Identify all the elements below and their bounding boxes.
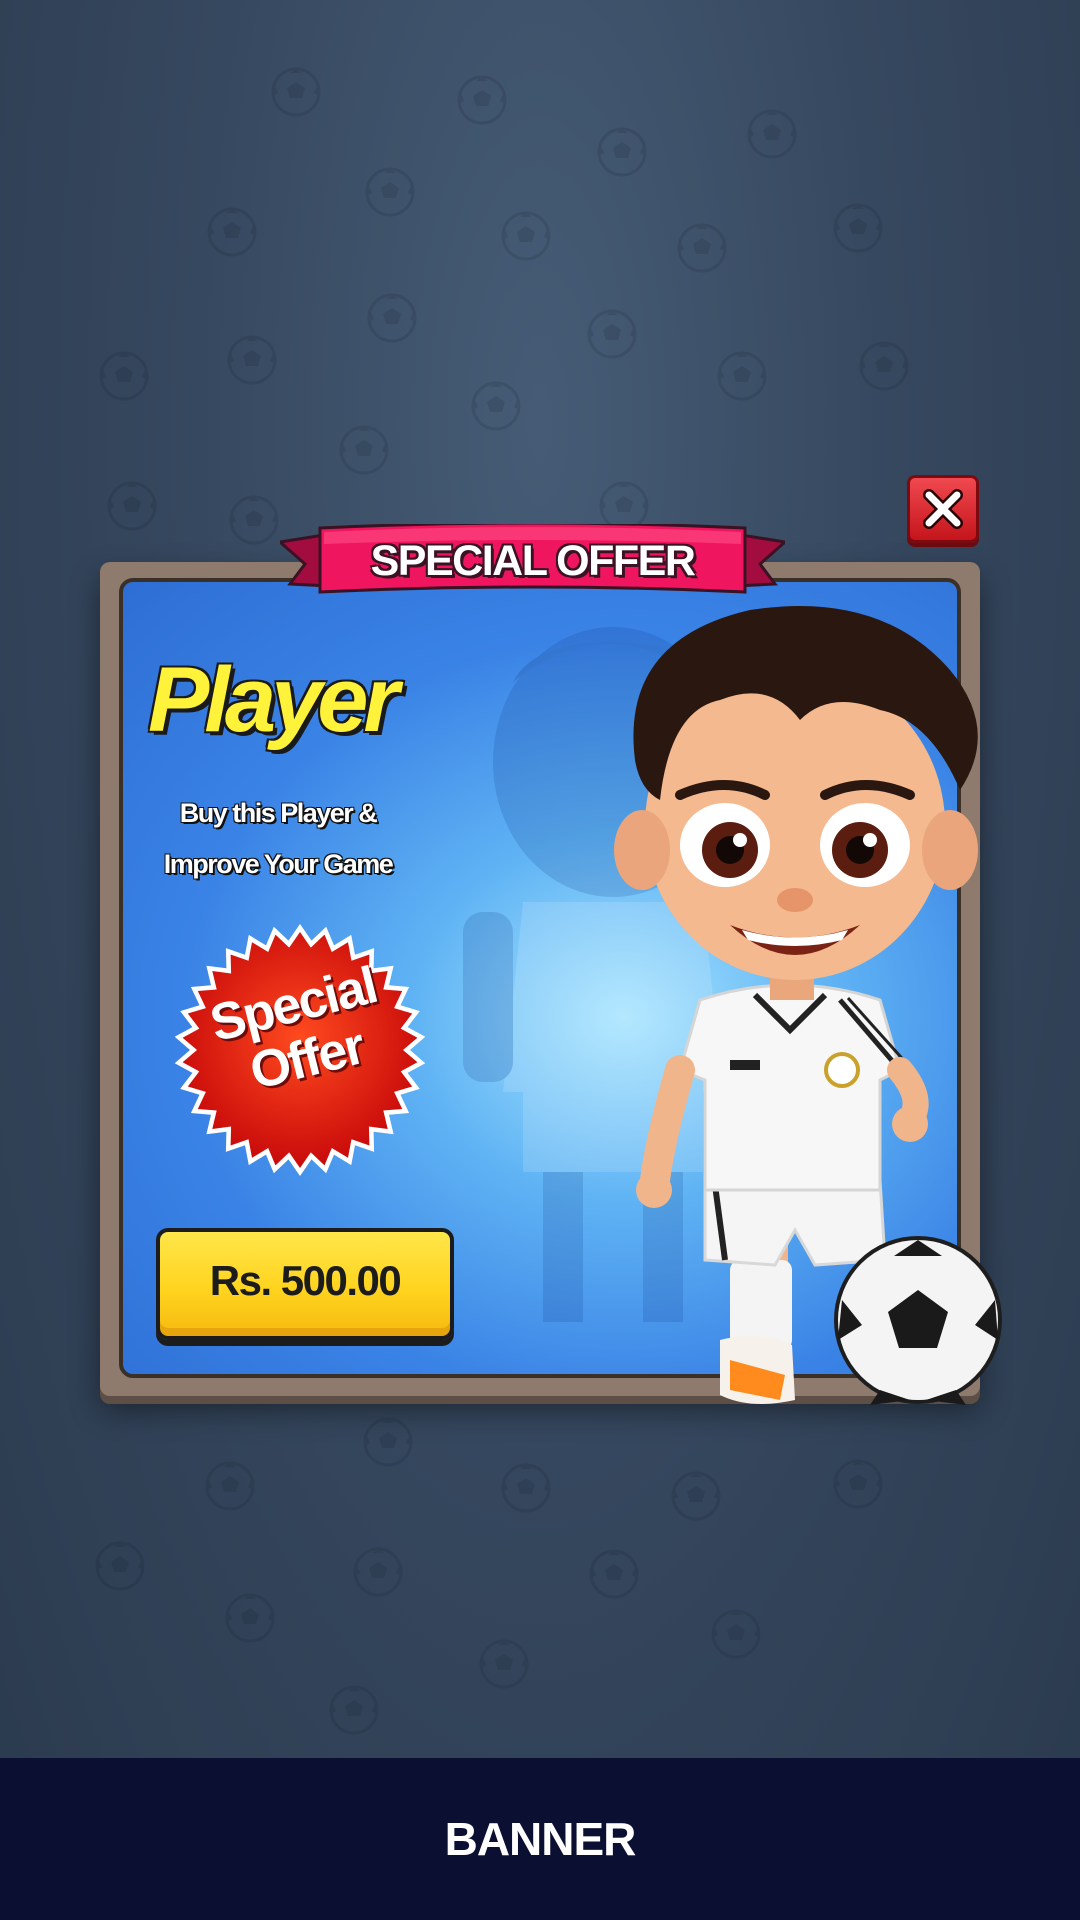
soccer-ball-icon [365,167,415,217]
soccer-ball-icon [501,211,551,261]
soccer-ball-icon [587,309,637,359]
price-label: Rs. 500.00 [209,1257,402,1304]
close-button[interactable] [907,475,979,543]
soccer-ball-icon [833,1459,883,1509]
soccer-ball-icon [353,1547,403,1597]
soccer-ball-icon [271,67,321,117]
dialog-title: SPECIAL OFFER [370,536,696,585]
soccer-ball-icon [95,1541,145,1591]
item-title: Player [148,649,399,751]
soccer-ball-icon [367,293,417,343]
soccer-ball-icon [99,351,149,401]
description-line-2: Improve Your Game [163,849,394,879]
soccer-ball-icon [471,381,521,431]
soccer-ball-icon [107,481,157,531]
soccer-ball-icon [859,341,909,391]
soccer-ball-icon [205,1461,255,1511]
buy-price-button[interactable]: Rs. 500.00 [156,1228,454,1340]
soccer-ball-icon [229,495,279,545]
soccer-ball-icon [363,1417,413,1467]
soccer-ball-icon [677,223,727,273]
footer-banner: BANNER [0,1758,1080,1920]
player-character-illustration [614,606,1002,1405]
soccer-ball-icon [457,75,507,125]
item-description: Buy this Player & Improve Your Game [128,788,428,890]
footer-label: BANNER [444,1813,637,1865]
soccer-ball-icon [589,1549,639,1599]
soccer-ball-icon [227,335,277,385]
soccer-ball-icon [717,351,767,401]
soccer-ball-icon [329,1685,379,1735]
soccer-ball-icon [833,203,883,253]
soccer-ball-icon [747,109,797,159]
close-icon [923,489,963,529]
soccer-ball-icon [671,1471,721,1521]
soccer-ball-icon [501,1463,551,1513]
description-line-1: Buy this Player & [179,798,378,828]
soccer-ball-icon [207,207,257,257]
soccer-ball-icon [597,127,647,177]
soccer-ball-icon [225,1593,275,1643]
soccer-ball-icon [339,425,389,475]
soccer-ball-icon [711,1609,761,1659]
soccer-ball-icon [479,1639,529,1689]
